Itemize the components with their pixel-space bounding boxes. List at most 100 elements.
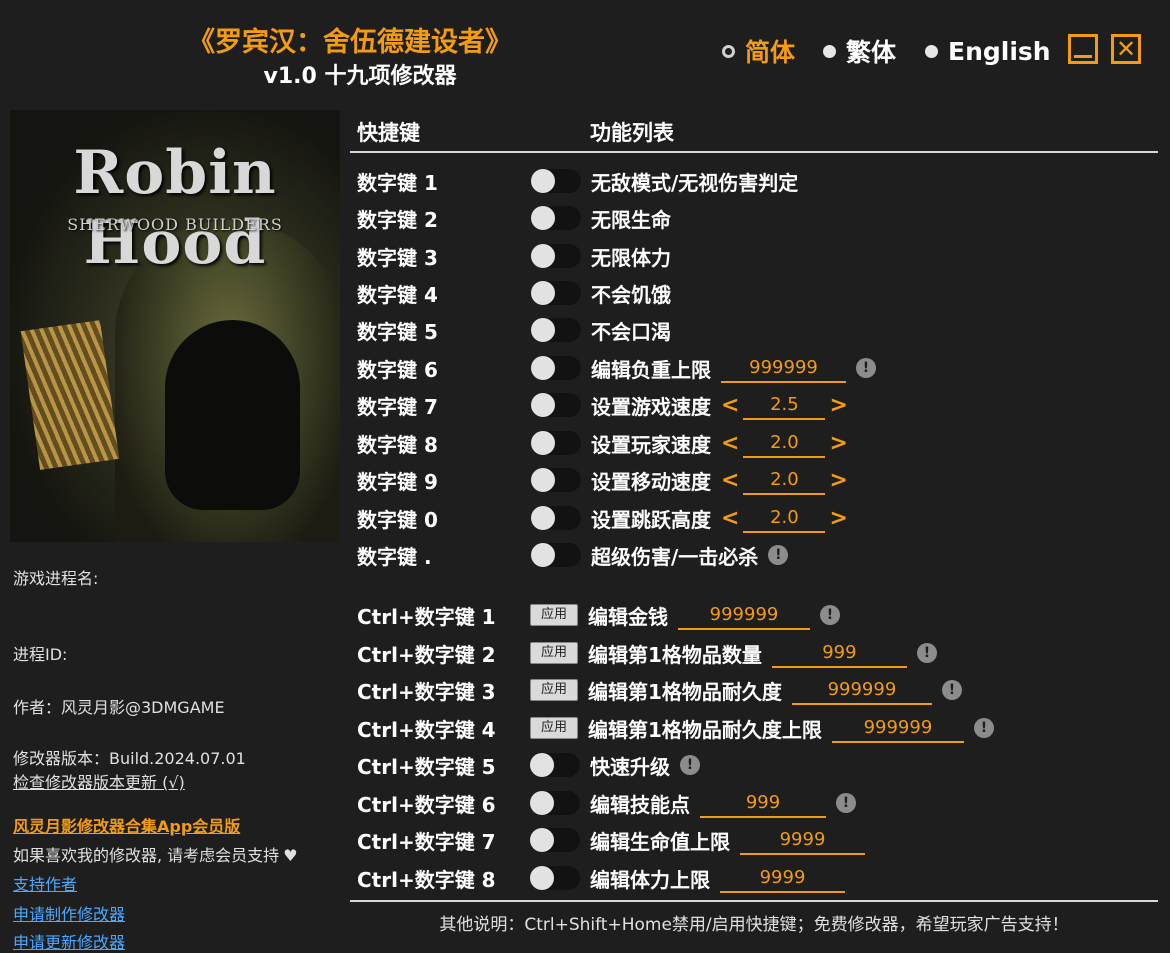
- warning-icon[interactable]: !: [836, 793, 856, 813]
- feature-toggle[interactable]: [531, 356, 581, 380]
- hotkey-label: 数字键 .: [357, 544, 432, 569]
- apply-button[interactable]: 应用: [530, 679, 578, 701]
- apply-button[interactable]: 应用: [530, 717, 578, 739]
- check-update-link[interactable]: 检查修改器版本更新 (√): [13, 769, 185, 793]
- feature-label: 快速升级: [590, 754, 670, 779]
- hotkey-label: 数字键 6: [357, 357, 438, 382]
- feature-toggle[interactable]: [530, 753, 580, 777]
- footer-divider: [350, 900, 1158, 902]
- warning-icon[interactable]: !: [973, 718, 994, 738]
- decrease-arrow-icon[interactable]: <: [721, 468, 739, 493]
- feature-toggle[interactable]: [531, 468, 581, 492]
- feature-toggle[interactable]: [531, 244, 581, 268]
- warning-icon[interactable]: !: [680, 755, 700, 775]
- warning-icon[interactable]: !: [916, 643, 937, 663]
- feature-toggle[interactable]: [531, 543, 581, 567]
- decrease-arrow-icon[interactable]: <: [721, 393, 739, 418]
- feature-label: 无限体力: [591, 245, 671, 270]
- table-row: Ctrl+数字键 2 应用编辑第1格物品数量!: [357, 635, 1157, 671]
- hotkey-label: 数字键 5: [357, 319, 438, 344]
- table-row: 数字键 . 超级伤害/一击必杀!: [357, 537, 1157, 573]
- feature-label: 编辑第1格物品耐久度: [588, 679, 782, 704]
- feature-toggle[interactable]: [530, 791, 580, 815]
- warning-icon[interactable]: !: [941, 680, 962, 700]
- value-input[interactable]: [831, 713, 964, 743]
- feature-label: 设置移动速度: [591, 469, 711, 494]
- warning-icon[interactable]: !: [856, 358, 876, 378]
- speed-input[interactable]: [743, 503, 826, 533]
- increase-arrow-icon[interactable]: >: [829, 468, 847, 493]
- minimize-icon[interactable]: [1068, 34, 1098, 64]
- close-icon[interactable]: ✕: [1111, 34, 1141, 64]
- lang-english[interactable]: English: [925, 34, 1051, 68]
- feature-toggle[interactable]: [531, 393, 581, 417]
- feature-toggle[interactable]: [531, 431, 581, 455]
- increase-arrow-icon[interactable]: >: [829, 506, 847, 531]
- feature-toggle[interactable]: [531, 169, 581, 193]
- hotkey-label: Ctrl+数字键 3: [357, 679, 496, 704]
- request-update-link[interactable]: 申请更新修改器: [13, 929, 125, 953]
- cover-logo-title: Robin Hood: [73, 138, 277, 278]
- feature-label: 编辑技能点: [590, 792, 690, 817]
- feature-toggle[interactable]: [530, 866, 580, 890]
- value-input[interactable]: [678, 600, 810, 630]
- feature-label: 超级伤害/一击必杀: [591, 544, 759, 569]
- increase-arrow-icon[interactable]: >: [829, 393, 847, 418]
- feature-toggle[interactable]: [531, 206, 581, 230]
- speed-input[interactable]: [743, 390, 826, 420]
- feature-label: 设置玩家速度: [591, 432, 711, 457]
- table-row: 数字键 0 设置跳跃高度 < >: [357, 500, 1157, 536]
- request-trainer-link[interactable]: 申请制作修改器: [13, 901, 125, 925]
- hotkey-label: Ctrl+数字键 4: [357, 717, 496, 742]
- value-input[interactable]: [791, 675, 932, 705]
- table-row: Ctrl+数字键 7 编辑生命值上限: [357, 822, 1157, 858]
- feature-label: 不会饥饿: [591, 282, 671, 307]
- hotkey-label: 数字键 9: [357, 469, 438, 494]
- radio-icon: [823, 44, 836, 58]
- lang-label: English: [948, 36, 1051, 66]
- value-input[interactable]: [721, 353, 846, 383]
- speed-input[interactable]: [743, 465, 826, 495]
- speed-input[interactable]: [743, 428, 826, 458]
- feature-label: 编辑金钱: [588, 604, 668, 629]
- support-text: 如果喜欢我的修改器, 请考虑会员支持 ♥: [13, 846, 298, 865]
- value-input[interactable]: [700, 788, 826, 818]
- hotkey-label: 数字键 4: [357, 282, 438, 307]
- feature-label: 编辑体力上限: [590, 867, 710, 892]
- hotkey-label: Ctrl+数字键 6: [357, 792, 496, 817]
- feature-label: 设置游戏速度: [591, 394, 711, 419]
- decrease-arrow-icon[interactable]: <: [721, 506, 739, 531]
- col-header-hotkey: 快捷键: [357, 121, 420, 145]
- hotkey-label: Ctrl+数字键 5: [357, 754, 496, 779]
- support-author-link[interactable]: 支持作者: [13, 871, 77, 895]
- table-row: Ctrl+数字键 5 快速升级!: [357, 747, 1157, 783]
- warning-icon[interactable]: !: [820, 605, 840, 625]
- value-input[interactable]: [720, 863, 845, 893]
- hotkey-label: 数字键 3: [357, 245, 438, 270]
- feature-label: 无敌模式/无视伤害判定: [591, 170, 799, 195]
- feature-toggle[interactable]: [531, 318, 581, 342]
- hotkey-label: 数字键 8: [357, 432, 438, 457]
- lang-simplified[interactable]: 简体: [722, 34, 795, 68]
- value-input[interactable]: [771, 638, 907, 668]
- warning-icon[interactable]: !: [768, 545, 789, 565]
- apply-button[interactable]: 应用: [530, 642, 578, 664]
- feature-label: 编辑第1格物品耐久度上限: [588, 717, 822, 742]
- hotkey-label: 数字键 2: [357, 207, 438, 232]
- col-header-features: 功能列表: [590, 121, 674, 145]
- decrease-arrow-icon[interactable]: <: [721, 431, 739, 456]
- table-row: 数字键 4 不会饥饿: [357, 275, 1157, 311]
- feature-toggle[interactable]: [530, 828, 580, 852]
- hotkey-label: Ctrl+数字键 2: [357, 642, 496, 667]
- hotkey-label: 数字键 7: [357, 394, 438, 419]
- table-row: Ctrl+数字键 4 应用编辑第1格物品耐久度上限!: [357, 710, 1157, 746]
- feature-toggle[interactable]: [531, 281, 581, 305]
- lang-label: 简体: [745, 38, 796, 67]
- feature-toggle[interactable]: [531, 506, 581, 530]
- value-stepper: < >: [717, 503, 852, 533]
- value-input[interactable]: [740, 825, 865, 855]
- lang-traditional[interactable]: 繁体: [823, 34, 896, 68]
- apply-button[interactable]: 应用: [530, 604, 578, 626]
- app-member-link[interactable]: 风灵月影修改器合集App会员版: [13, 813, 240, 837]
- increase-arrow-icon[interactable]: >: [829, 431, 847, 456]
